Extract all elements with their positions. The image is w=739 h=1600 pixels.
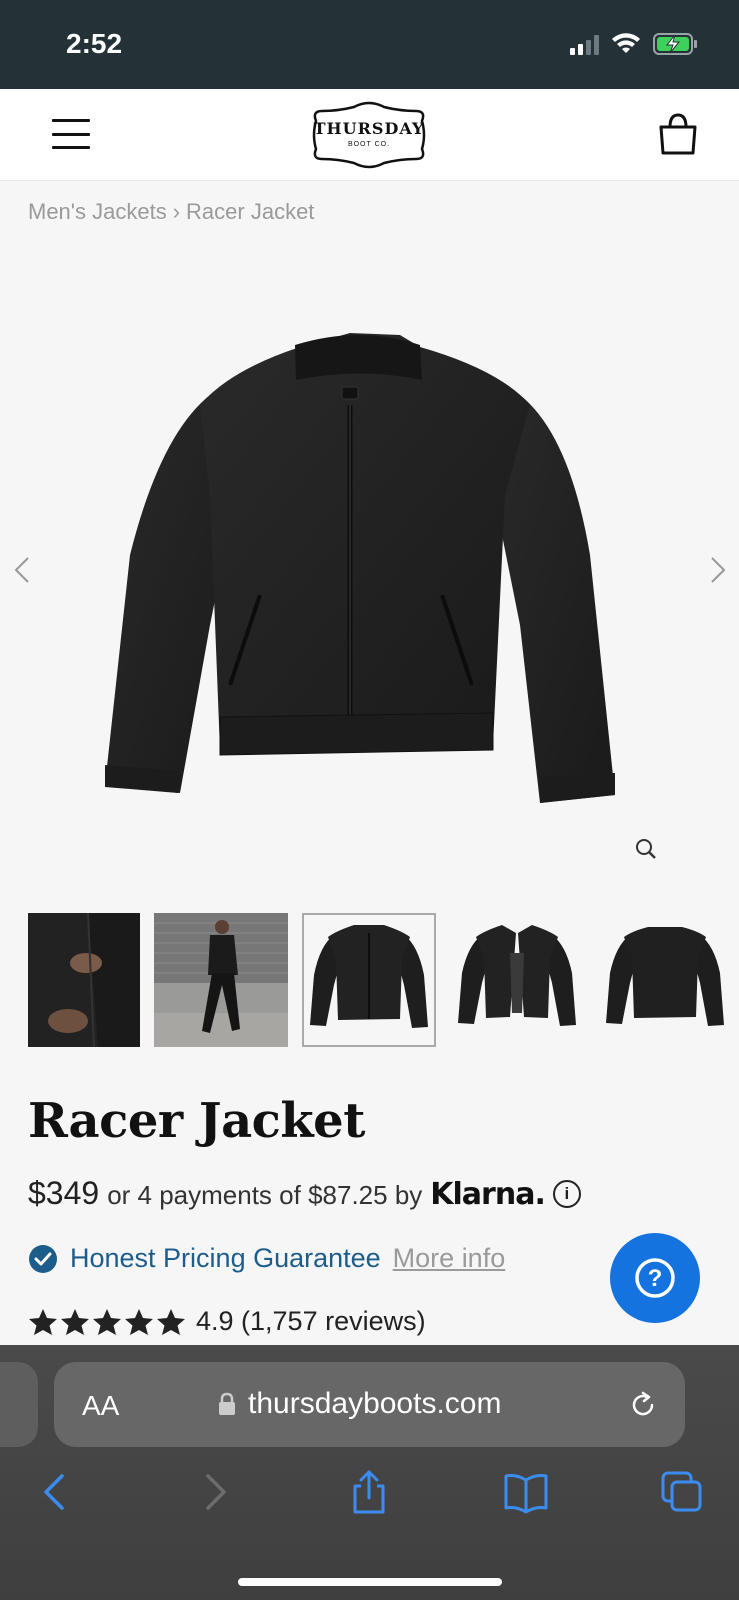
breadcrumb-separator: › (172, 199, 181, 224)
price-row: $349 or 4 payments of $87.25 by Klarna. … (28, 1175, 581, 1212)
shopping-bag-icon[interactable] (656, 111, 700, 157)
zoom-icon[interactable] (632, 835, 660, 863)
help-button[interactable]: ? (610, 1233, 700, 1323)
product-image-gallery (0, 240, 739, 890)
battery-charging-icon (653, 33, 697, 55)
back-arrow-icon[interactable] (34, 1470, 78, 1514)
breadcrumb: Men's Jackets › Racer Jacket (28, 199, 314, 225)
more-info-link[interactable]: More info (393, 1243, 506, 1274)
product-price: $349 (28, 1175, 100, 1211)
gallery-next-arrow-icon[interactable] (702, 550, 732, 590)
question-icon: ? (635, 1258, 675, 1298)
product-title: Racer Jacket (28, 1093, 365, 1149)
breadcrumb-mens-jackets[interactable]: Men's Jackets (28, 199, 167, 225)
reload-icon[interactable] (628, 1390, 658, 1420)
hamburger-menu-icon[interactable] (52, 119, 90, 149)
star-icon (29, 1308, 57, 1335)
thumbnail-back-view[interactable] (598, 913, 732, 1047)
breadcrumb-current: Racer Jacket (186, 199, 315, 224)
gallery-prev-arrow-icon[interactable] (8, 550, 38, 590)
star-icon (61, 1308, 89, 1335)
status-icons (570, 32, 699, 56)
previous-tab-peek[interactable] (0, 1362, 38, 1447)
status-time: 2:52 (66, 28, 123, 59)
lock-icon (219, 1392, 235, 1415)
rating-row[interactable]: 4.9 (1,757 reviews) (28, 1306, 426, 1337)
thumbnail-strip (28, 913, 732, 1047)
status-bar: 2:52 (0, 0, 739, 89)
honest-pricing-row: Honest Pricing Guarantee More info (28, 1243, 505, 1274)
bookmarks-icon[interactable] (503, 1470, 548, 1514)
forward-arrow-icon[interactable] (192, 1470, 236, 1514)
help-glyph: ? (648, 1265, 663, 1292)
home-indicator[interactable] (238, 1578, 502, 1586)
reader-aa-button[interactable]: AA (82, 1390, 119, 1422)
star-icon (157, 1308, 185, 1335)
thumbnail-front-view[interactable] (302, 913, 436, 1047)
star-icon (93, 1308, 121, 1335)
rating-text: 4.9 (1,757 reviews) (196, 1306, 426, 1336)
tabs-icon[interactable] (660, 1470, 704, 1514)
browser-toolbar (0, 1470, 739, 1520)
share-icon[interactable] (347, 1470, 391, 1514)
logo-text: THURSDAY (313, 119, 425, 138)
thumbnail-detail-closeup[interactable] (28, 913, 140, 1047)
thumbnail-open-front-view[interactable] (450, 913, 584, 1047)
logo-subtext: BOOT CO. (347, 141, 391, 148)
url-text: thursdayboots.com (248, 1387, 502, 1420)
thursday-boot-logo[interactable]: THURSDAY BOOT CO. (308, 99, 430, 171)
star-icon (125, 1308, 153, 1335)
installments-text: or 4 payments of $87.25 by (107, 1180, 423, 1210)
cellular-signal-icon (570, 33, 599, 55)
klarna-info-icon[interactable]: i (552, 1179, 581, 1208)
site-header: THURSDAY BOOT CO. (0, 89, 739, 181)
browser-bottom-bar: AA thursdayboots.com (0, 1345, 739, 1600)
thumbnail-model-walking[interactable] (154, 913, 288, 1047)
wifi-icon (612, 33, 640, 53)
address-bar[interactable]: AA thursdayboots.com (54, 1362, 685, 1447)
check-badge-icon (29, 1244, 57, 1273)
star-rating (28, 1307, 186, 1337)
product-main-image[interactable] (100, 325, 630, 825)
honest-pricing-link[interactable]: Honest Pricing Guarantee (70, 1243, 381, 1274)
klarna-logo[interactable]: Klarna. (430, 1177, 546, 1212)
